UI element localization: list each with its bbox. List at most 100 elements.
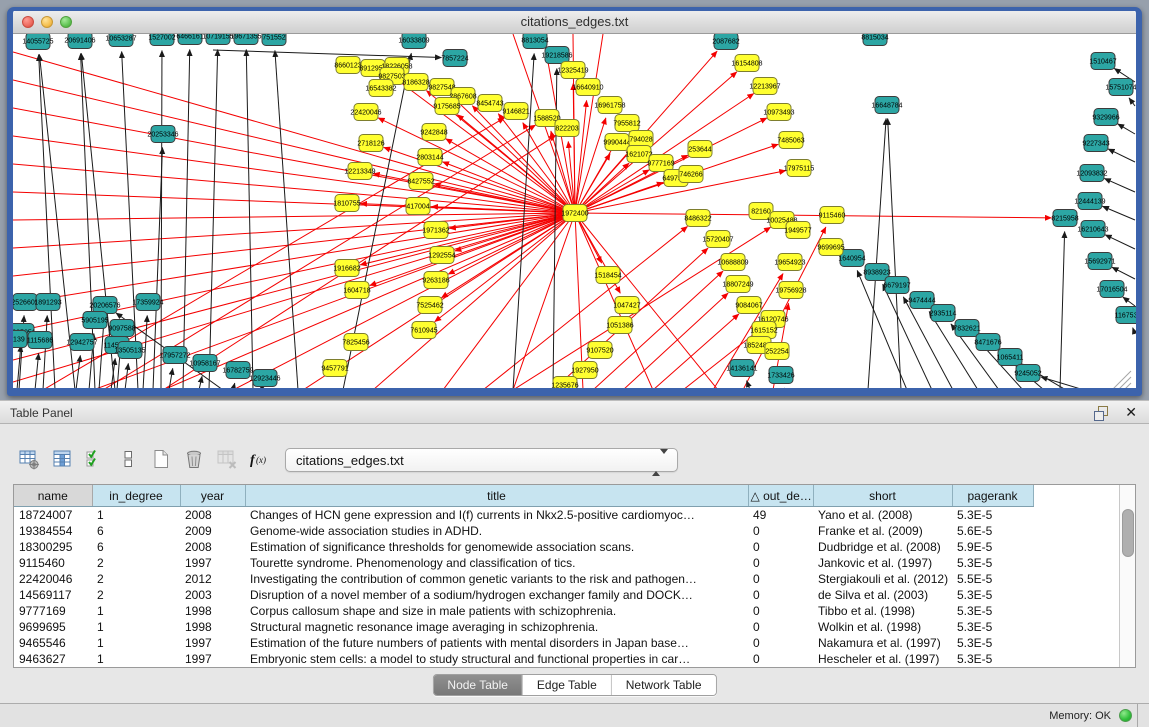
- table-cell[interactable]: Jankovic et al. (1997): [813, 555, 952, 571]
- table-cell[interactable]: 1997: [180, 555, 245, 571]
- table-cell[interactable]: Genome-wide association studies in ADHD.: [245, 523, 748, 539]
- graph-edge[interactable]: [209, 49, 218, 388]
- graph-edge[interactable]: [575, 213, 718, 388]
- table-cell[interactable]: 0: [748, 651, 813, 667]
- graph-node[interactable]: 8186328: [402, 74, 429, 91]
- table-cell[interactable]: 1: [92, 619, 180, 635]
- graph-edge[interactable]: [1118, 124, 1135, 134]
- table-cell[interactable]: de Silva et al. (2003): [813, 587, 952, 603]
- table-cell[interactable]: Hescheler et al. (1997): [813, 651, 952, 667]
- table-cell[interactable]: 0: [748, 619, 813, 635]
- table-row[interactable]: 1830029562008Estimation of significance …: [14, 539, 1033, 555]
- table-cell[interactable]: 1: [92, 507, 180, 524]
- graph-node[interactable]: 17016504: [1096, 281, 1127, 298]
- graph-node[interactable]: 15751074: [1105, 79, 1136, 96]
- graph-node[interactable]: 746266: [679, 166, 703, 183]
- graph-edge[interactable]: [13, 136, 575, 213]
- table-cell[interactable]: 9777169: [14, 603, 92, 619]
- graph-node[interactable]: 1292554: [428, 247, 455, 264]
- table-cell[interactable]: 22420046: [14, 571, 92, 587]
- row-height-icon[interactable]: [115, 446, 141, 472]
- graph-edge[interactable]: [213, 50, 442, 58]
- table-cell[interactable]: Tibbo et al. (1998): [813, 603, 952, 619]
- graph-node[interactable]: 12325419: [557, 62, 588, 79]
- table-cell[interactable]: Wolkin et al. (1998): [813, 619, 952, 635]
- show-columns-icon[interactable]: [49, 446, 75, 472]
- graph-node[interactable]: 20691406: [64, 34, 95, 49]
- graph-edge[interactable]: [13, 108, 575, 213]
- graph-node[interactable]: 7825456: [342, 334, 369, 351]
- table-cell[interactable]: 0: [748, 523, 813, 539]
- graph-node[interactable]: 2087682: [712, 34, 739, 50]
- table-row[interactable]: 2242004622012Investigating the contribut…: [14, 571, 1033, 587]
- table-cell[interactable]: 18724007: [14, 507, 92, 524]
- table-row[interactable]: 946554611997Estimation of the future num…: [14, 635, 1033, 651]
- table-row[interactable]: 969969511998Structural magnetic resonanc…: [14, 619, 1033, 635]
- graph-node[interactable]: 1167533: [1115, 307, 1136, 324]
- graph-node[interactable]: 1971362: [422, 222, 449, 239]
- table-scrollbar[interactable]: [1119, 485, 1135, 667]
- graph-node[interactable]: 9097588: [108, 320, 135, 337]
- graph-edge[interactable]: [1104, 178, 1135, 192]
- column-header-pagerank[interactable]: pagerank: [952, 485, 1033, 507]
- close-panel-icon[interactable]: ✕: [1125, 404, 1137, 420]
- graph-edge[interactable]: [233, 383, 235, 388]
- graph-node[interactable]: 9329966: [1092, 109, 1119, 126]
- graph-node[interactable]: 15692971: [1084, 253, 1115, 270]
- graph-node[interactable]: 8471676: [974, 334, 1001, 351]
- graph-node[interactable]: 1527002: [148, 34, 175, 46]
- graph-node[interactable]: 10719155: [202, 34, 233, 45]
- graph-node[interactable]: 1949577: [784, 222, 811, 239]
- network-view-canvas[interactable]: 1405572520691406106532871527002646616110…: [13, 34, 1136, 388]
- graph-node[interactable]: 8427552: [407, 173, 434, 190]
- graph-node[interactable]: 1733426: [767, 367, 794, 384]
- column-header-in_degree[interactable]: in_degree: [92, 485, 180, 507]
- table-cell[interactable]: 2008: [180, 507, 245, 524]
- table-cell[interactable]: 5.3E-5: [952, 507, 1033, 524]
- table-cell[interactable]: Estimation of significance thresholds fo…: [245, 539, 748, 555]
- graph-node[interactable]: 8813054: [521, 34, 548, 49]
- table-cell[interactable]: Investigating the contribution of common…: [245, 571, 748, 587]
- table-row[interactable]: 1938455462009Genome-wide association stu…: [14, 523, 1033, 539]
- graph-node[interactable]: 16543382: [365, 80, 396, 97]
- graph-node[interactable]: 20253346: [147, 126, 178, 143]
- graph-node[interactable]: 1065411: [997, 349, 1024, 366]
- graph-edge[interactable]: [1108, 149, 1135, 162]
- graph-node[interactable]: 19218586: [541, 47, 572, 64]
- table-row[interactable]: 946362711997Embryonic stem cells: a mode…: [14, 651, 1033, 667]
- graph-node[interactable]: 18807249: [722, 276, 753, 293]
- graph-node[interactable]: 417004: [406, 198, 430, 215]
- graph-node[interactable]: 17359924: [132, 294, 163, 311]
- table-cell[interactable]: 0: [748, 635, 813, 651]
- table-cell[interactable]: Changes of HCN gene expression and I(f) …: [245, 507, 748, 524]
- graph-node[interactable]: 10973493: [763, 104, 794, 121]
- table-cell[interactable]: 19384554: [14, 523, 92, 539]
- column-header-name[interactable]: name: [14, 485, 92, 507]
- graph-edge[interactable]: [1123, 297, 1135, 306]
- graph-node[interactable]: 10688809: [717, 254, 748, 271]
- table-cell[interactable]: 2012: [180, 571, 245, 587]
- graph-node[interactable]: 8815034: [861, 34, 888, 46]
- graph-edge[interactable]: [1105, 235, 1135, 249]
- graph-node[interactable]: 9990444: [603, 134, 630, 151]
- graph-node[interactable]: 8660123: [334, 57, 361, 74]
- graph-node[interactable]: 10958167: [189, 355, 220, 372]
- graph-node[interactable]: 1047427: [613, 297, 640, 314]
- table-cell[interactable]: 5.3E-5: [952, 619, 1033, 635]
- table-cell[interactable]: 9699695: [14, 619, 92, 635]
- graph-node[interactable]: 7832621: [953, 320, 980, 337]
- graph-node[interactable]: 16210643: [1077, 221, 1108, 238]
- table-cell[interactable]: 5.5E-5: [952, 571, 1033, 587]
- tab-network-table[interactable]: Network Table: [611, 675, 716, 695]
- graph-edge[interactable]: [360, 213, 575, 265]
- graph-edge[interactable]: [1133, 328, 1135, 334]
- delete-column-icon[interactable]: [181, 446, 207, 472]
- graph-node[interactable]: 14055725: [22, 34, 53, 50]
- table-cell[interactable]: 5.6E-5: [952, 523, 1033, 539]
- graph-node[interactable]: 22420046: [350, 104, 381, 121]
- graph-node[interactable]: 16154808: [731, 55, 762, 72]
- graph-node[interactable]: 9227343: [1082, 135, 1109, 152]
- graph-node[interactable]: 16961758: [594, 97, 625, 114]
- graph-edge[interactable]: [747, 381, 750, 388]
- graph-node[interactable]: 9175685: [433, 98, 460, 115]
